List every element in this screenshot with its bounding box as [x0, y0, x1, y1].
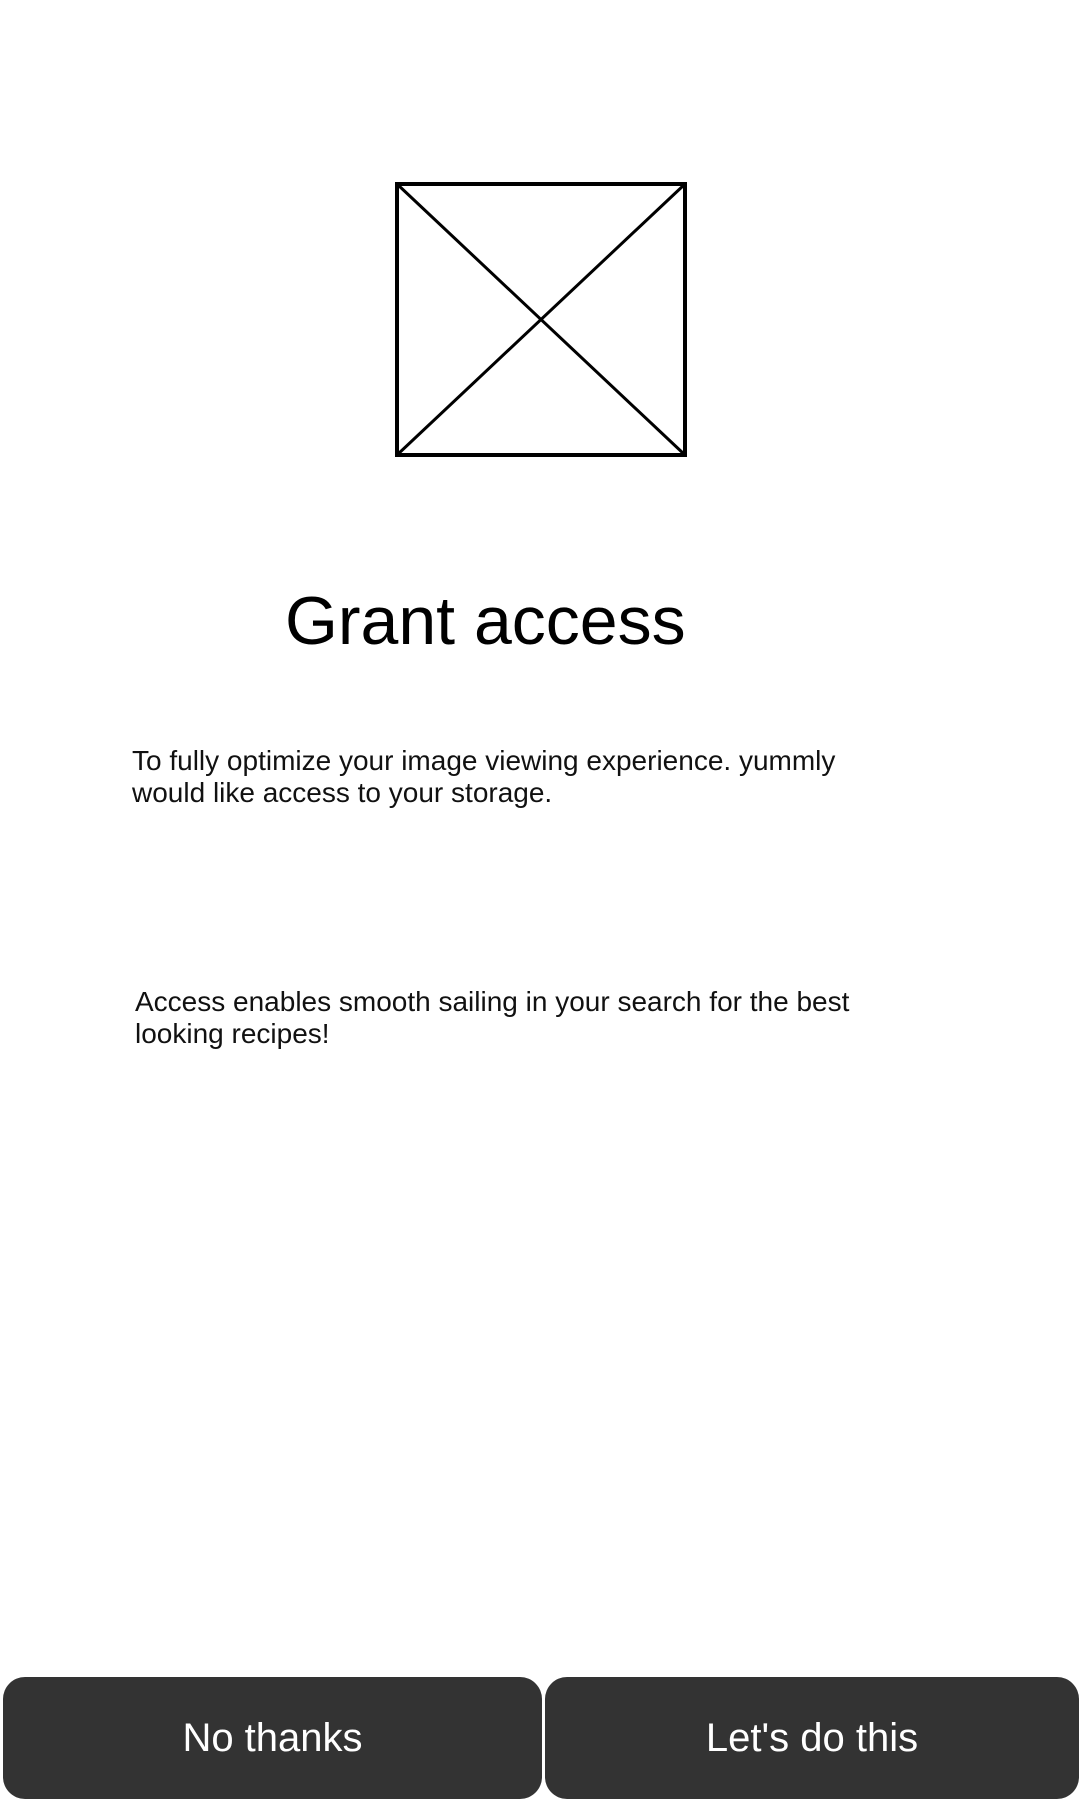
permission-benefit-text: Access enables smooth sailing in your se…	[135, 986, 850, 1049]
action-bar: No thanks Let's do this	[0, 1675, 1080, 1800]
permission-description: To fully optimize your image viewing exp…	[132, 745, 836, 808]
no-thanks-button[interactable]: No thanks	[3, 1677, 542, 1799]
placeholder-image-icon	[395, 182, 687, 457]
lets-do-this-button[interactable]: Let's do this	[545, 1677, 1079, 1799]
page-title: Grant access	[285, 583, 686, 659]
